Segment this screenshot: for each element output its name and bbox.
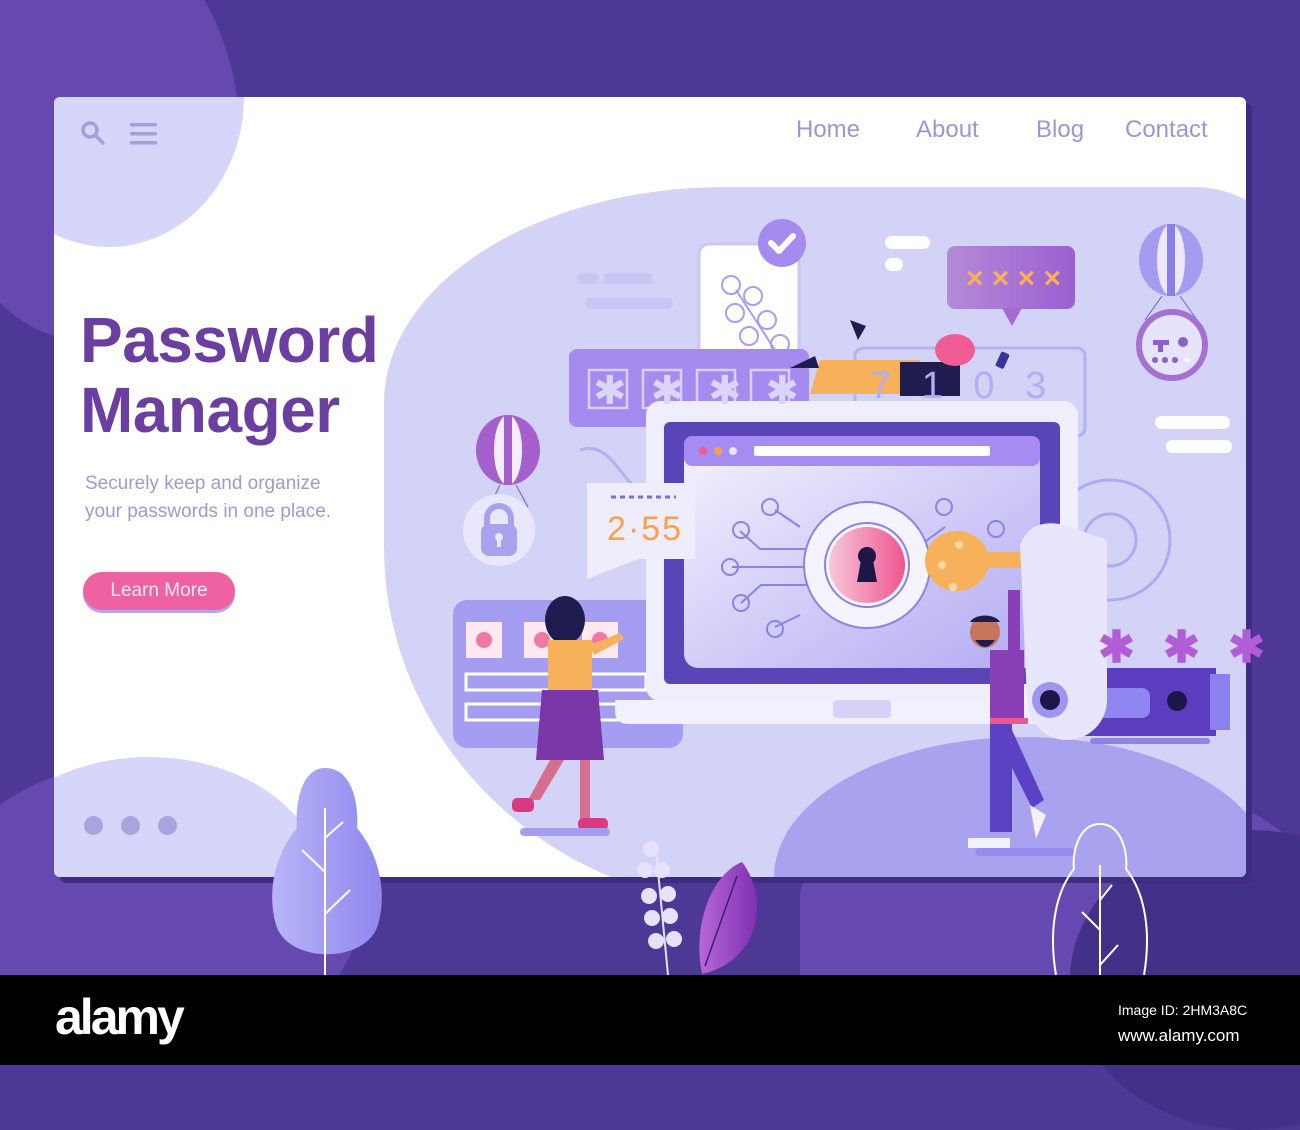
berry-plant-icon (637, 841, 682, 975)
pin-mask: ✱ (593, 369, 651, 413)
watermark-logo: alamy (55, 989, 185, 1045)
timer-text: 2·55 (607, 510, 684, 548)
hot-air-balloon-icon (476, 415, 540, 508)
checkmark-icon (758, 219, 806, 267)
pin-mask: ✱ (708, 369, 766, 413)
pin-mask: ✱ (650, 369, 709, 413)
window-close-dot (699, 447, 707, 455)
password-mask-text: × × × × (965, 262, 1062, 295)
cloud-decoration (577, 273, 673, 309)
keyhole-icon (803, 501, 931, 629)
tree-icon (272, 768, 382, 975)
window-max-dot (729, 447, 737, 455)
tree-outline-icon (1052, 823, 1148, 975)
code-digits: 7 1 0 3 (870, 365, 1057, 407)
watermark-url: www.alamy.com (1118, 1026, 1240, 1045)
hot-air-balloon-icon (1136, 224, 1208, 381)
hero-illustration (272, 219, 1232, 975)
image-id-label: Image ID: 2HM3A8C (1118, 1002, 1248, 1018)
watermark-bar (0, 975, 1300, 1065)
leaf-icon (699, 862, 758, 974)
padlock-icon (463, 494, 535, 566)
pin-mask: ✱ (765, 369, 824, 413)
pin-masks: ✱✱✱✱ (593, 368, 799, 414)
window-min-dot (714, 447, 722, 455)
password-stars: ✱ ✱ ✱ (1098, 623, 1274, 672)
